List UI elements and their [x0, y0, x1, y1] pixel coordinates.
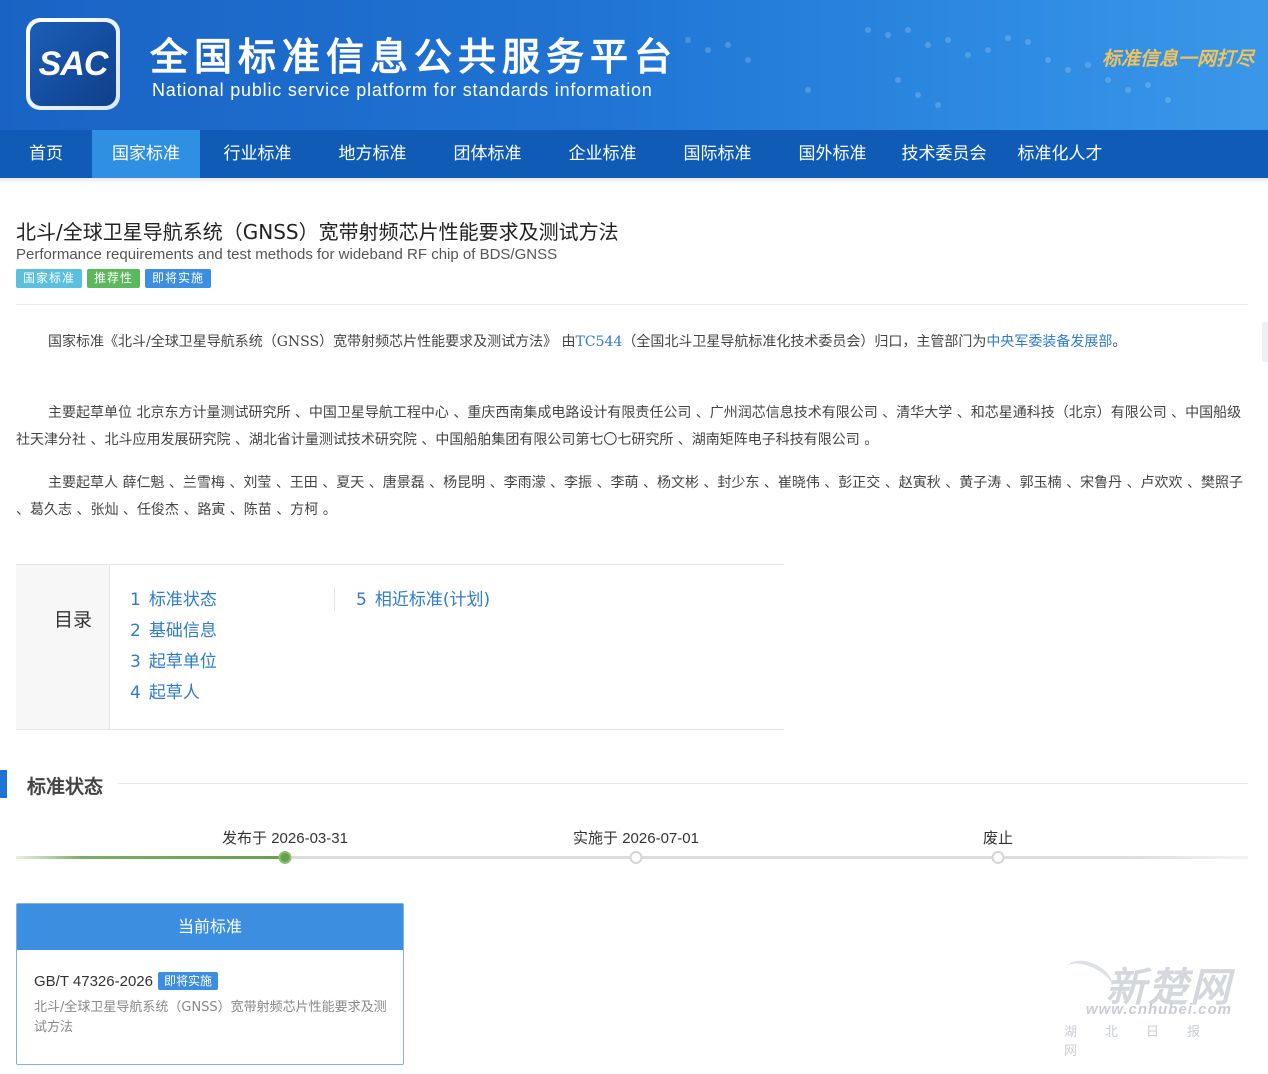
toc-item[interactable]: 2 基础信息 — [130, 616, 217, 647]
toc-item-label: 标准状态 — [148, 590, 217, 610]
toc-item[interactable]: 3 起草单位 — [130, 647, 217, 678]
intro-paragraph: 国家标准《北斗/全球卫星导航系统（GNSS）宽带射频芯片性能要求及测试方法》 由… — [16, 329, 1244, 356]
tag-upcoming: 即将实施 — [145, 269, 212, 288]
toc-label-box: 目录 — [16, 565, 110, 729]
drafters-paragraph: 主要起草人 薛仁魁 、兰雪梅 、刘莹 、王田 、夏天 、唐景磊 、杨昆明 、李雨… — [16, 475, 1243, 518]
toc-item-label: 基础信息 — [148, 621, 217, 641]
nav-item-2[interactable]: 行业标准 — [200, 130, 315, 178]
watermark-sub: 湖北日报网 — [1064, 1025, 1229, 1059]
standard-code[interactable]: GB/T 47326-2026 — [34, 973, 153, 990]
timeline-dot-1 — [629, 851, 643, 864]
card-description[interactable]: 北斗/全球卫星导航系统（GNSS）宽带射频芯片性能要求及测试方法 — [34, 998, 390, 1038]
status-badge: 即将实施 — [157, 972, 218, 990]
scroll-edge[interactable] — [1262, 322, 1268, 362]
committee-link[interactable]: TC544 — [576, 334, 623, 350]
intro-suffix: 。 — [1112, 334, 1127, 350]
tag-recommended: 推荐性 — [87, 269, 141, 288]
site-title: 全国标准信息公共服务平台 — [150, 35, 679, 79]
toc-label: 目录 — [54, 609, 93, 631]
section-title-status: 标准状态 — [27, 776, 104, 798]
toc-item-label: 起草人 — [148, 683, 200, 703]
nav-item-8[interactable]: 技术委员会 — [890, 130, 998, 178]
current-standard-card[interactable]: 当前标准 GB/T 47326-2026 即将实施 北斗/全球卫星导航系统（GN… — [16, 903, 404, 1065]
nav-item-7[interactable]: 国外标准 — [775, 130, 890, 178]
department-link[interactable]: 中央军委装备发展部 — [986, 334, 1112, 350]
site-header: SAC 全国标准信息公共服务平台 National public service… — [0, 0, 1268, 130]
toc-item[interactable]: 5 相近标准(计划) — [356, 585, 490, 616]
watermark-url: www.cnhubei.com — [1085, 1001, 1232, 1018]
standard-tags: 国家标准 推荐性 即将实施 — [16, 269, 212, 288]
nav-item-6[interactable]: 国际标准 — [660, 130, 775, 178]
toc-item-label: 相近标准(计划) — [374, 590, 491, 610]
standard-title: 北斗/全球卫星导航系统（GNSS）宽带射频芯片性能要求及测试方法 — [16, 220, 619, 244]
timeline-label-0: 发布于 2026-03-31 — [222, 830, 348, 847]
drafting-units-paragraph: 主要起草单位 北京东方计量测试研究所 、中国卫星导航工程中心 、重庆西南集成电路… — [16, 405, 1242, 448]
nav-item-5[interactable]: 企业标准 — [545, 130, 660, 178]
cnhubei-watermark: 新楚网 www.cnhubei.com 湖北日报网 — [1060, 953, 1254, 1059]
toc-item-number: 1 — [130, 590, 141, 610]
nav-item-3[interactable]: 地方标准 — [315, 130, 430, 178]
toc-item-number: 5 — [356, 590, 367, 610]
sac-logo-text: SAC — [30, 22, 116, 106]
nav-item-4[interactable]: 团体标准 — [430, 130, 545, 178]
site-slogan: 标准信息一网打尽 — [1101, 48, 1254, 70]
nav-item-0[interactable]: 首页 — [0, 130, 92, 178]
nav-item-9[interactable]: 标准化人才 — [998, 130, 1122, 178]
timeline-label-1: 实施于 2026-07-01 — [573, 830, 699, 847]
divider — [16, 304, 1248, 305]
site-subtitle: National public service platform for sta… — [152, 80, 653, 100]
timeline-dot-2 — [991, 851, 1005, 864]
toc-item[interactable]: 4 起草人 — [130, 678, 217, 709]
card-code-row: GB/T 47326-2026 即将实施 — [34, 972, 218, 990]
toc-column-1: 1 标准状态 2 基础信息 3 起草单位 4 起草人 — [130, 585, 217, 709]
timeline-label-2: 废止 — [982, 830, 1014, 847]
toc-item-number: 4 — [130, 683, 141, 703]
table-of-contents: 目录 1 标准状态 2 基础信息 3 起草单位 4 起草人 5 相近标准(计划) — [16, 564, 784, 730]
toc-item-label: 起草单位 — [148, 652, 217, 672]
card-header: 当前标准 — [17, 904, 403, 950]
section-divider — [118, 783, 1248, 784]
timeline-dot-0 — [278, 851, 292, 864]
nav-shadow — [0, 178, 1268, 184]
toc-item[interactable]: 1 标准状态 — [130, 585, 217, 616]
nav-item-1[interactable]: 国家标准 — [92, 130, 200, 178]
standard-title-en: Performance requirements and test method… — [16, 246, 558, 263]
sac-logo[interactable]: SAC — [26, 18, 120, 110]
toc-item-number: 3 — [130, 652, 141, 672]
main-nav: 首页 国家标准 行业标准 地方标准 团体标准 企业标准 国际标准 国外标准 技术委员会 标准化人才 — [0, 130, 1268, 178]
intro-middle: （全国北斗卫星导航标准化技术委员会）归口，主管部门为 — [622, 334, 987, 350]
intro-prefix: 国家标准《北斗/全球卫星导航系统（GNSS）宽带射频芯片性能要求及测试方法》 由 — [48, 334, 576, 350]
tag-national-standard: 国家标准 — [16, 269, 83, 288]
toc-column-2: 5 相近标准(计划) — [356, 585, 490, 616]
timeline-progress — [16, 856, 283, 859]
toc-separator — [334, 587, 335, 611]
toc-item-number: 2 — [130, 621, 141, 641]
section-accent-bar — [0, 770, 7, 798]
